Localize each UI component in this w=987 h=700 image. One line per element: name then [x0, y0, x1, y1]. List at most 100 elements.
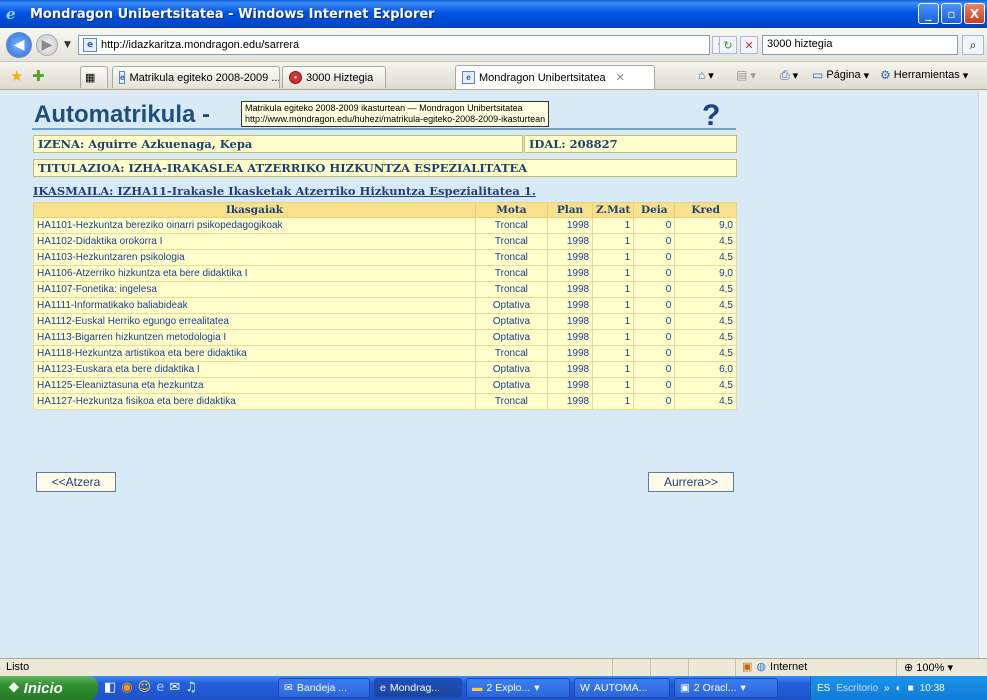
back-button[interactable]: ◀: [6, 32, 32, 58]
table-row[interactable]: HA1127-Hezkuntza fisikoa eta bere didakt…: [33, 393, 737, 410]
security-zone[interactable]: ▣ ◍ Internet: [742, 660, 807, 674]
deia-cell: 0: [633, 297, 676, 314]
table-row[interactable]: HA1111-Informatikako baliabideak Optativa…: [33, 297, 737, 314]
zoom-icon: ⊕: [904, 662, 914, 674]
title-divider: [32, 128, 736, 130]
navigation-bar: ◀ ▶ ▼ e http://idazkaritza.mondragon.edu…: [0, 28, 987, 62]
task-automa[interactable]: W AUTOMA...: [574, 678, 670, 698]
minimize-button[interactable]: _: [918, 3, 939, 24]
kred-cell: 4,5: [674, 233, 737, 250]
deia-cell: 0: [633, 313, 676, 330]
table-row[interactable]: HA1101-Hezkuntza bereziko oinarri psikop…: [33, 217, 737, 234]
tray-expand-icon[interactable]: »: [884, 683, 890, 694]
folder-icon: ▬: [472, 682, 483, 694]
zoom-dropdown-icon: ▾: [947, 662, 954, 674]
desktop-toolbar[interactable]: Escritorio: [836, 683, 878, 694]
table-header-row: Ikasgaiak Mota Plan Z.Mat Deia Kred: [33, 202, 737, 218]
tab-mondragon[interactable]: e Mondragon Unibertsitatea ✕: [455, 65, 655, 89]
course-level-link[interactable]: IKASMAILA: IZHA11-Irakasle Ikasketak Atz…: [33, 184, 536, 198]
outlook-icon[interactable]: ✉: [169, 680, 180, 695]
window-title-bar[interactable]: e Mondragon Unibertsitatea - Windows Int…: [0, 0, 987, 28]
protected-mode-icon: ▣: [742, 661, 753, 673]
subject-cell: HA1113-Bigarren hizkuntzen metodologia I: [33, 329, 476, 346]
subject-cell: HA1125-Eleaniztasuna eta hezkuntza: [33, 377, 476, 394]
ie-icon: e: [380, 682, 386, 694]
task-mondragon[interactable]: e Mondrag...: [374, 678, 462, 698]
add-favorite-icon[interactable]: ✚: [32, 67, 45, 85]
search-input[interactable]: 3000 hiztegia: [762, 35, 958, 55]
ie-icon[interactable]: e: [156, 680, 164, 695]
start-button[interactable]: ❖ Inicio: [0, 676, 98, 700]
kred-cell: 6,0: [674, 361, 737, 378]
address-bar[interactable]: e http://idazkaritza.mondragon.edu/sarre…: [78, 35, 710, 55]
next-page-button[interactable]: Aurrera>>: [648, 472, 734, 492]
search-icon[interactable]: ⌕: [962, 35, 984, 55]
col-mota: Mota: [474, 202, 548, 218]
firefox-icon[interactable]: ◉: [121, 680, 132, 695]
status-divider: [612, 659, 613, 677]
type-cell: Optativa: [474, 313, 548, 330]
quick-tabs-button[interactable]: ▦: [80, 66, 108, 88]
zmat-cell: 1: [592, 233, 635, 250]
table-row[interactable]: HA1106-Atzerriko hizkuntza eta bere dida…: [33, 265, 737, 282]
table-row[interactable]: HA1103-Hezkuntzaren psikologia Troncal 199…: [33, 249, 737, 266]
taskbar: ❖ Inicio ◧ ◉ ☺ e ✉ ♫ ✉ Bandeja ... e Mondr…: [0, 676, 987, 700]
tab-hiztegia[interactable]: • 3000 Hiztegia: [282, 66, 386, 88]
zmat-cell: 1: [592, 329, 635, 346]
task-label: Bandeja ...: [296, 682, 348, 694]
history-dropdown-icon[interactable]: ▼: [64, 40, 71, 50]
back-page-button[interactable]: <<Atzera: [36, 472, 116, 492]
refresh-icon[interactable]: ↻: [719, 36, 737, 54]
table-row[interactable]: HA1118-Hezkuntza artistikoa eta bere did…: [33, 345, 737, 362]
maximize-button[interactable]: ▫: [941, 3, 962, 24]
table-row[interactable]: HA1125-Eleaniztasuna eta hezkuntza Optati…: [33, 377, 737, 394]
task-explorer[interactable]: ▬ 2 Explo... ▾: [466, 678, 570, 698]
student-id: IDAL: 208827: [524, 135, 737, 153]
zmat-cell: 1: [592, 393, 635, 410]
network-icon[interactable]: ◐: [896, 683, 902, 694]
deia-cell: 0: [633, 217, 676, 234]
close-button[interactable]: X: [964, 3, 985, 24]
print-button[interactable]: ⎙ ▾: [780, 68, 798, 83]
mail-icon: ✉: [284, 682, 293, 694]
close-tab-icon[interactable]: ✕: [616, 71, 625, 84]
feeds-button[interactable]: ▤ ▾: [736, 68, 756, 82]
stop-icon[interactable]: ✕: [740, 36, 758, 54]
table-row[interactable]: HA1123-Euskara eta bere didaktika I Optat…: [33, 361, 737, 378]
type-cell: Troncal: [474, 393, 548, 410]
tab-site-icon: •: [289, 71, 302, 84]
subjects-table: Ikasgaiak Mota Plan Z.Mat Deia Kred HA11…: [33, 202, 737, 410]
gear-icon: ⚙: [880, 68, 891, 82]
type-cell: Troncal: [474, 281, 548, 298]
tab-matrikula[interactable]: e Matrikula egiteko 2008-2009 ...: [112, 66, 280, 88]
quick-tabs-icon: ▦: [85, 72, 96, 84]
zoom-control[interactable]: ⊕ 100% ▾: [904, 661, 953, 674]
task-bandeja[interactable]: ✉ Bandeja ...: [278, 678, 370, 698]
task-oracle[interactable]: ▣ 2 Oracl... ▾: [674, 678, 778, 698]
table-row[interactable]: HA1102-Didaktika orokorra I Troncal 1998 1 0…: [33, 233, 737, 250]
address-url[interactable]: http://idazkaritza.mondragon.edu/sarrera: [101, 39, 299, 51]
status-divider: [650, 659, 651, 677]
forward-button[interactable]: ▶: [36, 34, 58, 56]
zmat-cell: 1: [592, 313, 635, 330]
plan-cell: 1998: [546, 313, 594, 330]
desktop-icon[interactable]: ◧: [104, 680, 116, 695]
favorites-star-icon[interactable]: ★: [10, 67, 23, 85]
home-button[interactable]: ⌂ ▾: [698, 68, 714, 82]
plan-cell: 1998: [546, 281, 594, 298]
table-row[interactable]: HA1112-Euskal Herriko egungo errealitate…: [33, 313, 737, 330]
messenger-icon[interactable]: ☺: [138, 680, 152, 695]
table-row[interactable]: HA1107-Fonetika: ingelesa Troncal 1998 1 0 4,…: [33, 281, 737, 298]
plan-cell: 1998: [546, 329, 594, 346]
tools-menu[interactable]: ⚙ Herramientas ▾: [880, 68, 968, 82]
tray-app-icon[interactable]: ■: [908, 683, 914, 694]
table-row[interactable]: HA1113-Bigarren hizkuntzen metodologia I…: [33, 329, 737, 346]
vertical-scrollbar[interactable]: [978, 91, 987, 658]
language-indicator[interactable]: ES: [817, 683, 830, 694]
media-icon[interactable]: ♫: [185, 680, 197, 695]
deia-cell: 0: [633, 377, 676, 394]
system-tray: ES Escritorio » ◐ ■ 10:38: [810, 676, 987, 700]
col-ikasgaiak: Ikasgaiak: [33, 202, 476, 218]
page-menu[interactable]: ▭ Página ▾: [812, 68, 869, 82]
start-label: Inicio: [23, 679, 63, 697]
